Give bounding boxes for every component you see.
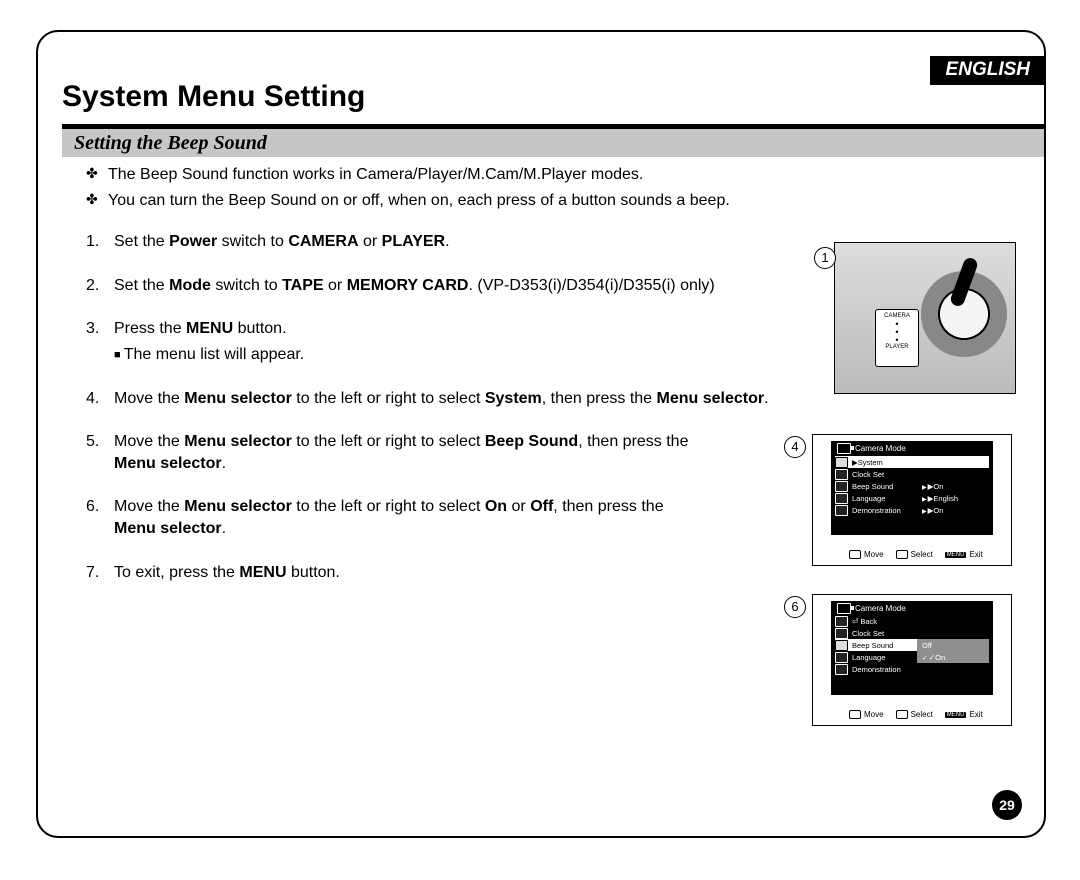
figure-badge: 1	[814, 247, 836, 269]
menu-row-back: ⏎ Back	[835, 615, 989, 627]
menu-row-system: ▶System	[835, 456, 989, 468]
camera-illustration: CAMERA • • • PLAYER	[834, 242, 1016, 394]
camera-mode-icon	[837, 443, 851, 454]
row-icon	[835, 640, 848, 651]
row-icon	[835, 664, 848, 675]
step-4: 4. Move the Menu selector to the left or…	[86, 388, 826, 410]
bullet-item: The Beep Sound function works in Camera/…	[86, 164, 826, 186]
knob-icon	[896, 710, 908, 719]
knob-icon	[896, 550, 908, 559]
row-icon	[835, 493, 848, 504]
step-number: 4.	[86, 388, 99, 410]
language-tag: ENGLISH	[930, 56, 1044, 85]
figure-column: 1 CAMERA • • • PLAYER 4 Camera Mode	[812, 242, 1022, 754]
foot-move: Move	[849, 550, 884, 559]
figure-1: 1 CAMERA • • • PLAYER	[812, 242, 1022, 392]
step-number: 7.	[86, 562, 99, 584]
foot-select: Select	[896, 550, 933, 559]
foot-exit: MENUExit	[945, 710, 983, 719]
menu-row-language: Language✓On	[835, 651, 989, 663]
step-6: 6. Move the Menu selector to the left or…	[86, 496, 826, 539]
menu-row-demo: Demonstration	[835, 663, 989, 675]
menu-row-beep: Beep Sound▶On	[835, 480, 989, 492]
step-5: 5. Move the Menu selector to the left or…	[86, 431, 826, 474]
step-7: 7. To exit, press the MENU button.	[86, 562, 826, 584]
figure-badge: 4	[784, 436, 806, 458]
row-icon	[835, 652, 848, 663]
foot-exit: MENUExit	[945, 550, 983, 559]
foot-select: Select	[896, 710, 933, 719]
manual-page: ENGLISH System Menu Setting Setting the …	[36, 30, 1046, 838]
menu-row-clockset: Clock Set	[835, 627, 989, 639]
menu-rows: ▶System Clock Set Beep Sound▶On Language…	[835, 456, 989, 516]
content-column: The Beep Sound function works in Camera/…	[86, 164, 826, 605]
step-2: 2. Set the Mode switch to TAPE or MEMORY…	[86, 275, 826, 297]
menu-row-beep: Beep SoundOff	[835, 639, 989, 651]
row-icon	[835, 505, 848, 516]
lcd-footer: Move Select MENUExit	[849, 550, 999, 559]
step-number: 6.	[86, 496, 99, 518]
menu-rows: ⏎ Back Clock Set Beep SoundOff Language✓…	[835, 615, 989, 675]
lcd-content: Camera Mode ▶System Clock Set Beep Sound…	[831, 441, 993, 535]
row-icon	[835, 457, 848, 468]
foot-move: Move	[849, 710, 884, 719]
intro-bullets: The Beep Sound function works in Camera/…	[86, 164, 826, 211]
row-icon	[835, 628, 848, 639]
menu-row-demo: Demonstration▶On	[835, 504, 989, 516]
menu-row-language: Language▶English	[835, 492, 989, 504]
row-icon	[835, 481, 848, 492]
lcd-screen: Camera Mode ▶System Clock Set Beep Sound…	[812, 434, 1012, 566]
section-subtitle: Setting the Beep Sound	[62, 129, 1044, 157]
steps-list: 1. Set the Power switch to CAMERA or PLA…	[86, 231, 826, 583]
menu-chip-icon: MENU	[945, 712, 967, 718]
camera-mode-icon	[837, 603, 851, 614]
knob-icon	[849, 710, 861, 719]
lcd-footer: Move Select MENUExit	[849, 710, 999, 719]
step-number: 2.	[86, 275, 99, 297]
knob-icon	[849, 550, 861, 559]
row-icon	[835, 469, 848, 480]
step-number: 3.	[86, 318, 99, 340]
bullet-item: You can turn the Beep Sound on or off, w…	[86, 190, 826, 212]
step-3: 3. Press the MENU button. The menu list …	[86, 318, 826, 365]
step-1: 1. Set the Power switch to CAMERA or PLA…	[86, 231, 826, 253]
row-icon	[835, 616, 848, 627]
lcd-content: Camera Mode ⏎ Back Clock Set Beep SoundO…	[831, 601, 993, 695]
menu-chip-icon: MENU	[945, 552, 967, 558]
figure-badge: 6	[784, 596, 806, 618]
step-number: 5.	[86, 431, 99, 453]
figure-6: 6 Camera Mode ⏎ Back Clock Set Beep Soun…	[812, 594, 1022, 726]
page-number-badge: 29	[992, 790, 1022, 820]
step-number: 1.	[86, 231, 99, 253]
dial-labels: CAMERA • • • PLAYER	[875, 309, 919, 367]
page-title: System Menu Setting	[62, 80, 365, 114]
lcd-screen: Camera Mode ⏎ Back Clock Set Beep SoundO…	[812, 594, 1012, 726]
step-subnote: The menu list will appear.	[114, 344, 826, 366]
figure-4: 4 Camera Mode ▶System Clock Set Beep Sou…	[812, 434, 1022, 566]
lcd-mode-title: Camera Mode	[855, 444, 906, 453]
menu-row-clockset: Clock Set	[835, 468, 989, 480]
lcd-mode-title: Camera Mode	[855, 604, 906, 613]
